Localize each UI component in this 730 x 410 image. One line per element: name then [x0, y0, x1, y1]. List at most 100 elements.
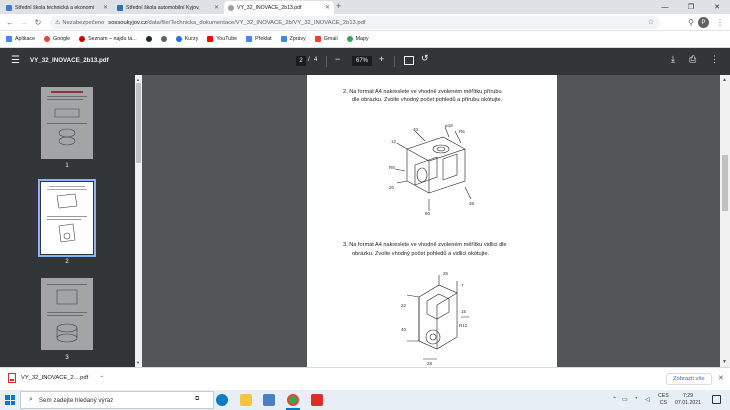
chevron-up-icon[interactable]: ⌃	[99, 375, 104, 382]
store-icon[interactable]	[263, 394, 275, 406]
maximize-icon[interactable]: ❐	[678, 0, 704, 14]
viewer-scrollbar[interactable]: ▲ ▼	[720, 75, 730, 367]
scrollbar-thumb[interactable]	[722, 155, 728, 211]
print-icon[interactable]: ⎙	[689, 54, 696, 65]
more-options-icon[interactable]: ⋮	[710, 54, 719, 65]
acrobat-icon[interactable]	[311, 394, 323, 406]
bookmarks-bar: Aplikace Google Seznam – najdu ta... Kur…	[0, 31, 730, 48]
zoom-out-icon[interactable]: −	[335, 54, 340, 64]
close-icon[interactable]: ✕	[103, 4, 108, 11]
tab-strip: Střední škola technická a ekonomi ✕ Stře…	[0, 0, 730, 14]
rotate-icon[interactable]: ↺	[421, 53, 429, 64]
dimension-label: R12	[459, 323, 468, 328]
dimension-label: 40	[401, 327, 407, 332]
scroll-down-icon[interactable]: ▼	[722, 359, 727, 365]
scroll-down-icon[interactable]: ▼	[136, 360, 140, 365]
tray-overflow-icon[interactable]: ⌃	[612, 396, 617, 403]
new-tab-icon[interactable]: +	[336, 1, 341, 11]
notification-icon[interactable]	[712, 395, 721, 404]
scroll-up-icon[interactable]: ▲	[136, 77, 140, 82]
bookmark-translate[interactable]: Překlat	[246, 36, 272, 42]
kurzy-icon	[175, 36, 182, 42]
thumbnail-preview	[47, 284, 87, 343]
bookmark-apps[interactable]: Aplikace	[6, 36, 35, 42]
show-all-button[interactable]: Zobrazit vše	[666, 373, 712, 385]
tab-2[interactable]: Střední škola automobilní Kyjov, ✕	[113, 1, 223, 14]
close-icon[interactable]: ✕	[325, 4, 330, 11]
browser-menu-icon[interactable]: ⋮	[714, 16, 726, 28]
download-item[interactable]: VY_32_INOVACE_2....pdf ⌃	[8, 373, 104, 383]
url-host[interactable]: sossoukyjov.cz	[108, 20, 147, 26]
language-code: CES	[658, 393, 669, 399]
omnibox[interactable]: ⚠ Nezabezpečeno sossoukyjov.cz/data/file…	[50, 16, 660, 29]
clock[interactable]: 7:29 07.01.2021	[673, 393, 703, 407]
apps-grid-icon	[6, 36, 12, 42]
dimension-label: 38	[469, 201, 475, 206]
wifi-icon[interactable]: ◔	[634, 396, 638, 402]
close-icon[interactable]: ✕	[718, 374, 724, 382]
bookmark-kurzy[interactable]: Kurzy	[175, 36, 198, 42]
search-placeholder[interactable]: Sem zadejte hledaný výraz	[39, 397, 113, 404]
bookmark-label: Aplikace	[15, 36, 36, 42]
reload-icon[interactable]: ↻	[32, 16, 44, 28]
close-icon[interactable]: ✕	[214, 4, 219, 11]
thumbnail-page-3[interactable]	[41, 278, 93, 350]
bookmark-github[interactable]	[145, 36, 152, 42]
maps-icon	[346, 36, 353, 42]
edge-icon[interactable]	[216, 394, 228, 406]
translate-icon	[246, 36, 253, 42]
profile-avatar[interactable]: P	[698, 17, 709, 28]
hamburger-menu-icon[interactable]: ☰	[11, 55, 20, 66]
zoom-input[interactable]: 67%	[352, 56, 372, 66]
fit-page-icon[interactable]	[404, 56, 414, 65]
tab-1[interactable]: Střední škola technická a ekonomi ✕	[2, 1, 112, 14]
address-bar: ← → ↻ ⚠ Nezabezpečeno sossoukyjov.cz/dat…	[0, 14, 730, 31]
taskbar-search-field[interactable]: ⌕ Sem zadejte hledaný výraz	[20, 391, 214, 409]
forward-icon[interactable]: →	[18, 16, 30, 28]
network-icon[interactable]: ▭	[622, 396, 628, 403]
bookmark-seznam[interactable]: Seznam – najdu ta...	[79, 36, 137, 42]
minimize-icon[interactable]: —	[652, 0, 678, 14]
download-icon[interactable]: ⤓	[671, 54, 675, 65]
thumbnail-page-1[interactable]	[41, 87, 93, 159]
windows-taskbar: ⌕ Sem zadejte hledaný výraz ⧉ ⌃ ▭ ◔ ◁ CE…	[0, 390, 730, 410]
bookmark-globe[interactable]	[160, 36, 167, 42]
task-2-line-1: 2. Na formát A4 nakreslete ve vhodně zvo…	[343, 89, 502, 95]
tab-3-active[interactable]: VY_32_INOVACE_2b13.pdf ✕	[224, 1, 334, 14]
bookmark-label: Gmail	[323, 36, 338, 42]
page-number-input[interactable]: 2	[296, 56, 306, 66]
volume-icon[interactable]: ◁	[645, 396, 650, 403]
task-view-icon[interactable]: ⧉	[195, 396, 199, 403]
extensions-icon[interactable]: ⚲	[685, 16, 697, 28]
windows-start-icon[interactable]	[5, 395, 15, 405]
search-icon: ⌕	[29, 396, 33, 403]
dimension-label: 22	[401, 303, 407, 308]
window-close-icon[interactable]: ✕	[704, 0, 730, 14]
scrollbar-thumb[interactable]	[136, 83, 141, 163]
download-filename[interactable]: VY_32_INOVACE_2....pdf	[21, 375, 88, 381]
bookmark-maps[interactable]: Mapy	[346, 36, 369, 42]
clock-time: 7:29	[682, 393, 694, 399]
task-2-line-2: dle obrázku. Zvolte vhodný počet pohledů…	[352, 97, 503, 103]
zoom-in-icon[interactable]: +	[379, 54, 384, 64]
bookmark-youtube[interactable]: YouTube	[207, 36, 237, 42]
bookmark-gmail[interactable]: Gmail	[314, 36, 338, 42]
bookmark-google[interactable]: Google	[44, 36, 70, 42]
bookmark-star-icon[interactable]: ☆	[648, 18, 654, 26]
language-indicator[interactable]: CES CS	[658, 393, 669, 407]
scroll-up-icon[interactable]: ▲	[722, 77, 727, 83]
sidebar-scrollbar[interactable]: ▲ ▼	[135, 75, 142, 367]
clock-date: 07.01.2021	[675, 400, 701, 406]
site-favicon-icon	[6, 4, 12, 11]
file-explorer-icon[interactable]	[240, 394, 252, 406]
security-label[interactable]: Nezabezpečeno	[62, 20, 104, 26]
tab-title: Střední škola automobilní Kyjov,	[126, 4, 200, 11]
url-path[interactable]: /data/file/Technicka_dokumentace/VY_32_I…	[147, 20, 366, 26]
thumbnail-number: 1	[65, 163, 69, 169]
github-icon	[145, 36, 152, 42]
back-icon[interactable]: ←	[4, 16, 16, 28]
warning-icon[interactable]: ⚠	[55, 19, 60, 26]
chrome-icon[interactable]	[287, 394, 299, 406]
bookmark-news[interactable]: Zprávy	[280, 36, 306, 42]
thumbnail-page-2[interactable]	[41, 182, 93, 254]
